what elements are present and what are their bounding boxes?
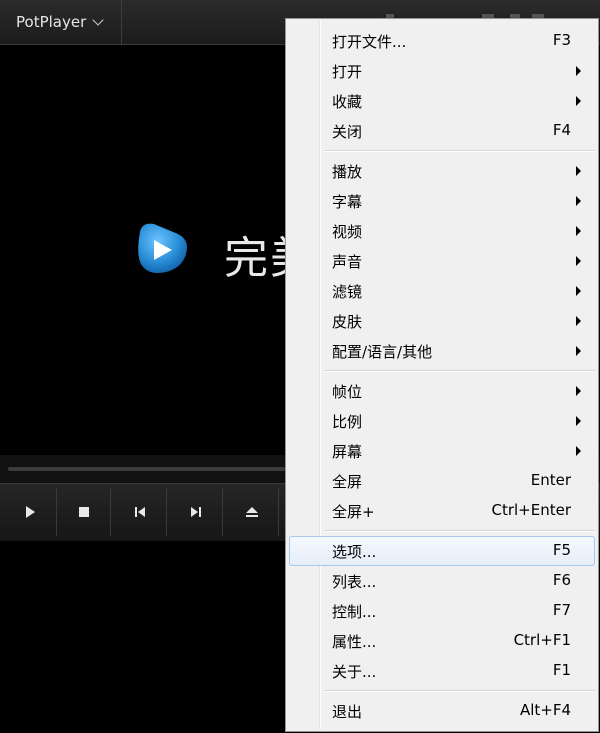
menu-item-label: 播放 <box>332 163 363 181</box>
app-menu-button[interactable]: PotPlayer <box>0 0 122 44</box>
menu-item-shortcut: Ctrl+Enter <box>491 501 571 519</box>
menu-item-shortcut: F6 <box>552 571 571 589</box>
menu-item-label: 屏幕 <box>332 443 363 461</box>
menu-item[interactable]: 视频 <box>289 216 595 246</box>
menu-item-label: 滤镜 <box>332 283 363 301</box>
potplayer-logo: 完美 <box>132 218 314 284</box>
menu-item[interactable]: 全屏 Enter <box>289 466 595 496</box>
menu-item-label: 全屏 <box>332 473 363 491</box>
menu-item-label: 字幕 <box>332 193 363 211</box>
logo-play-icon <box>138 223 187 273</box>
menu-item[interactable]: 打开 <box>289 56 595 86</box>
menu-item[interactable]: 滤镜 <box>289 276 595 306</box>
previous-button[interactable] <box>114 488 167 536</box>
menu-item-shortcut: F3 <box>552 31 571 49</box>
menu-separator <box>324 686 598 696</box>
submenu-arrow-icon <box>576 286 581 296</box>
stop-icon <box>79 507 89 517</box>
context-menu-items: 打开文件... F3 打开收藏关闭 F4 播放字幕视频声音滤镜皮肤配置/语言/其他 帧位比… <box>286 26 598 726</box>
submenu-arrow-icon <box>576 386 581 396</box>
menu-item-label: 收藏 <box>332 93 363 111</box>
menu-item[interactable]: 关闭 F4 <box>289 116 595 146</box>
menu-item-label: 属性... <box>332 633 377 651</box>
menu-item-shortcut: F7 <box>552 601 571 619</box>
menu-item-label: 全屏+ <box>332 503 375 521</box>
menu-item-label: 配置/语言/其他 <box>332 343 433 361</box>
menu-item[interactable]: 退出 Alt+F4 <box>289 696 595 726</box>
menu-item[interactable]: 打开文件... F3 <box>289 26 595 56</box>
menu-item[interactable]: 比例 <box>289 406 595 436</box>
menu-separator <box>324 146 598 156</box>
submenu-arrow-icon <box>576 96 581 106</box>
menu-item-shortcut: F5 <box>552 541 571 559</box>
menu-item-shortcut: F1 <box>552 661 571 679</box>
menu-item[interactable]: 控制... F7 <box>289 596 595 626</box>
menu-item-label: 退出 <box>332 703 363 721</box>
menu-item[interactable]: 声音 <box>289 246 595 276</box>
menu-item-label: 打开文件... <box>332 33 407 51</box>
menu-item-shortcut: Alt+F4 <box>519 701 571 719</box>
play-button[interactable] <box>4 488 57 536</box>
menu-separator <box>324 526 598 536</box>
menu-item[interactable]: 属性... Ctrl+F1 <box>289 626 595 656</box>
menu-item[interactable]: 选项... F5 <box>289 536 595 566</box>
menu-item-label: 比例 <box>332 413 363 431</box>
menu-item[interactable]: 关于... F1 <box>289 656 595 686</box>
menu-item-label: 皮肤 <box>332 313 363 331</box>
menu-item-label: 视频 <box>332 223 363 241</box>
menu-item-label: 声音 <box>332 253 363 271</box>
menu-item-label: 帧位 <box>332 383 363 401</box>
submenu-arrow-icon <box>576 226 581 236</box>
submenu-arrow-icon <box>576 346 581 356</box>
chevron-down-icon <box>92 13 104 26</box>
menu-item[interactable]: 皮肤 <box>289 306 595 336</box>
play-icon <box>26 506 35 518</box>
menu-item-label: 打开 <box>332 63 363 81</box>
eject-button[interactable] <box>226 488 279 536</box>
menu-item[interactable]: 字幕 <box>289 186 595 216</box>
menu-item[interactable]: 配置/语言/其他 <box>289 336 595 366</box>
menu-item-label: 关闭 <box>332 123 363 141</box>
menu-item[interactable]: 屏幕 <box>289 436 595 466</box>
submenu-arrow-icon <box>576 256 581 266</box>
submenu-arrow-icon <box>576 446 581 456</box>
submenu-arrow-icon <box>576 416 581 426</box>
submenu-arrow-icon <box>576 196 581 206</box>
eject-icon <box>246 507 258 517</box>
app-menu-label: PotPlayer <box>16 13 87 31</box>
previous-icon <box>135 507 145 517</box>
submenu-arrow-icon <box>576 66 581 76</box>
menu-item[interactable]: 列表... F6 <box>289 566 595 596</box>
menu-item[interactable]: 全屏+ Ctrl+Enter <box>289 496 595 526</box>
next-button[interactable] <box>170 488 223 536</box>
menu-item[interactable]: 帧位 <box>289 376 595 406</box>
next-icon <box>191 507 201 517</box>
menu-item[interactable]: 收藏 <box>289 86 595 116</box>
menu-item[interactable]: 播放 <box>289 156 595 186</box>
context-menu: 打开文件... F3 打开收藏关闭 F4 播放字幕视频声音滤镜皮肤配置/语言/其他 帧位比… <box>285 18 599 732</box>
menu-item-shortcut: Enter <box>530 471 571 489</box>
submenu-arrow-icon <box>576 316 581 326</box>
stop-button[interactable] <box>58 488 111 536</box>
submenu-arrow-icon <box>576 166 581 176</box>
menu-item-label: 列表... <box>332 573 377 591</box>
menu-item-label: 关于... <box>332 663 377 681</box>
menu-item-label: 控制... <box>332 603 377 621</box>
menu-item-label: 选项... <box>332 543 377 561</box>
menu-separator <box>324 366 598 376</box>
menu-item-shortcut: F4 <box>552 121 571 139</box>
menu-item-shortcut: Ctrl+F1 <box>513 631 571 649</box>
